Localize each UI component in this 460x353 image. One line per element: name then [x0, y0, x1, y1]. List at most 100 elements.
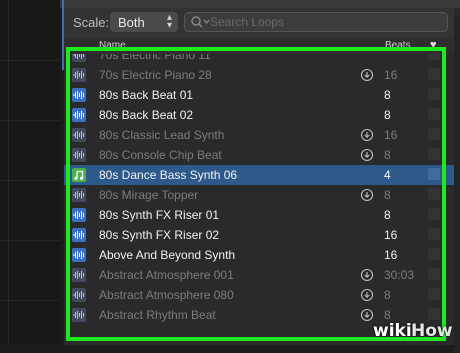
track-divider — [0, 60, 60, 61]
loop-name: Above And Beyond Synth — [99, 248, 236, 262]
loop-beats: 8 — [384, 308, 391, 322]
list-row[interactable]: 80s Synth FX Riser 02 16 — [64, 225, 454, 245]
loop-name: Abstract Atmosphere 080 — [99, 288, 234, 302]
search-field[interactable]: Search Loops — [184, 12, 448, 32]
loop-beats: 4 — [384, 168, 391, 182]
waveform-icon — [72, 54, 86, 62]
track-divider — [0, 300, 60, 301]
loop-name: 80s Console Chip Beat — [99, 148, 222, 162]
list-row[interactable]: 70s Electric Piano 28 16 — [64, 65, 454, 85]
waveform-icon — [72, 228, 86, 242]
waveform-icon — [72, 128, 86, 142]
list-row[interactable]: 80s Back Beat 02 8 — [64, 105, 454, 125]
favorite-checkbox[interactable] — [428, 188, 440, 200]
chevron-updown-icon: ▴ ▾ — [166, 12, 172, 31]
favorite-checkbox[interactable] — [428, 108, 440, 120]
favorite-checkbox[interactable] — [428, 68, 440, 80]
waveform-icon — [72, 208, 86, 222]
favorite-checkbox[interactable] — [428, 148, 440, 160]
watermark-how: How — [411, 321, 453, 341]
list-row-selected[interactable]: 80s Dance Bass Synth 06 4 — [64, 165, 454, 185]
loop-beats: 16 — [384, 128, 398, 142]
waveform-icon — [72, 268, 86, 282]
favorite-checkbox[interactable] — [428, 54, 440, 60]
loop-beats: 16 — [384, 248, 398, 262]
tracks-area — [0, 0, 60, 345]
list-row[interactable]: Above And Beyond Synth 16 — [64, 245, 454, 265]
window-top-strip — [60, 0, 460, 8]
download-icon[interactable] — [360, 148, 374, 162]
loop-name: 80s Classic Lead Synth — [99, 128, 225, 142]
heart-icon[interactable]: ♥ — [430, 39, 437, 51]
music-note-icon — [72, 168, 86, 182]
loop-name: Abstract Rhythm Beat — [99, 308, 216, 322]
waveform-icon — [72, 108, 86, 122]
loop-name: Abstract Atmosphere 001 — [99, 268, 234, 282]
search-placeholder: Search Loops — [210, 15, 285, 29]
favorite-checkbox[interactable] — [428, 248, 440, 260]
loop-list: 70s Electric Piano 11 70s Electric Piano… — [64, 54, 454, 345]
search-icon — [191, 16, 210, 28]
list-row[interactable]: 80s Console Chip Beat 8 — [64, 145, 454, 165]
favorite-checkbox[interactable] — [428, 268, 440, 280]
favorite-checkbox[interactable] — [428, 288, 440, 300]
column-beats[interactable]: Beats — [385, 40, 411, 51]
loop-name: 80s Synth FX Riser 01 — [99, 208, 220, 222]
list-row[interactable]: 80s Classic Lead Synth 16 — [64, 125, 454, 145]
loop-name: 80s Mirage Topper — [99, 188, 199, 202]
loop-name: 70s Electric Piano 28 — [99, 68, 212, 82]
track-divider — [8, 0, 9, 345]
list-row[interactable]: 70s Electric Piano 11 — [64, 54, 454, 65]
favorite-checkbox[interactable] — [428, 208, 440, 220]
loop-name: 80s Back Beat 01 — [99, 88, 194, 102]
download-icon[interactable] — [360, 268, 374, 282]
scale-select[interactable]: Both ▴ ▾ — [110, 12, 178, 32]
filter-bar: Scale: Both ▴ ▾ Search Loops — [64, 8, 454, 39]
loop-name: 80s Synth FX Riser 02 — [99, 228, 220, 242]
scale-select-value: Both — [118, 15, 145, 30]
loop-beats: 8 — [384, 208, 391, 222]
favorite-checkbox[interactable] — [428, 168, 440, 180]
track-divider — [0, 240, 60, 241]
waveform-icon — [72, 248, 86, 262]
scrollbar[interactable] — [454, 16, 460, 353]
waveform-icon — [72, 68, 86, 82]
loop-beats: 8 — [384, 108, 391, 122]
watermark-wiki: wiki — [373, 321, 412, 341]
scale-label: Scale: — [73, 15, 110, 30]
loop-name: 80s Back Beat 02 — [99, 108, 194, 122]
download-icon[interactable] — [360, 188, 374, 202]
download-icon[interactable] — [360, 128, 374, 142]
column-name[interactable]: Name — [99, 40, 126, 51]
list-row[interactable]: 80s Synth FX Riser 01 8 — [64, 205, 454, 225]
loop-beats: 16 — [384, 228, 398, 242]
favorite-checkbox[interactable] — [428, 228, 440, 240]
list-row[interactable]: 80s Mirage Topper 8 — [64, 185, 454, 205]
track-divider — [0, 180, 60, 181]
waveform-icon — [72, 188, 86, 202]
loop-beats: 8 — [384, 288, 391, 302]
loop-beats: 30:03 — [384, 268, 415, 282]
download-icon[interactable] — [360, 68, 374, 82]
list-row[interactable]: Abstract Atmosphere 001 30:03 — [64, 265, 454, 285]
loop-beats: 8 — [384, 148, 391, 162]
list-row[interactable]: 80s Back Beat 01 8 — [64, 85, 454, 105]
waveform-icon — [72, 148, 86, 162]
loop-name: 80s Dance Bass Synth 06 — [99, 168, 238, 182]
loop-name: 70s Electric Piano 11 — [99, 54, 211, 62]
column-header: Name Beats ♥ — [64, 38, 454, 54]
favorite-checkbox[interactable] — [428, 308, 440, 320]
waveform-icon — [72, 88, 86, 102]
loop-beats: 8 — [384, 188, 391, 202]
waveform-icon — [72, 288, 86, 302]
waveform-icon — [72, 308, 86, 322]
loop-beats: 16 — [384, 68, 398, 82]
download-icon[interactable] — [360, 288, 374, 302]
track-divider — [0, 120, 60, 121]
favorite-checkbox[interactable] — [428, 128, 440, 140]
download-icon[interactable] — [360, 308, 374, 322]
loop-browser: Scale: Both ▴ ▾ Search Loops Name Beats ♥… — [64, 8, 460, 353]
loop-beats: 8 — [384, 88, 391, 102]
list-row[interactable]: Abstract Atmosphere 080 8 — [64, 285, 454, 305]
favorite-checkbox[interactable] — [428, 88, 440, 100]
